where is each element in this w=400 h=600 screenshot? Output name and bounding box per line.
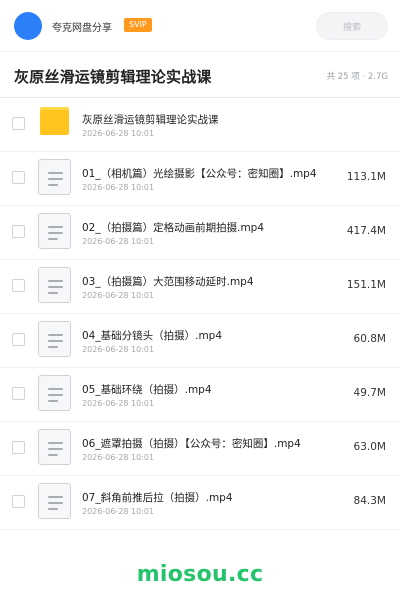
search-input[interactable]: 搜索 bbox=[316, 12, 388, 40]
select-checkbox[interactable] bbox=[12, 225, 25, 238]
list-item[interactable]: 06_遮罩拍摄（拍摄）【公众号：密知圈】.mp4 2026-06-28 10:0… bbox=[0, 422, 400, 476]
document-icon bbox=[38, 213, 71, 249]
file-date: 2026-06-28 10:01 bbox=[82, 399, 155, 408]
list-item[interactable]: 灰原丝滑运镜剪辑理论实战课 2026-06-28 10:01 bbox=[0, 98, 400, 152]
select-checkbox[interactable] bbox=[12, 117, 25, 130]
file-date: 2026-06-28 10:01 bbox=[82, 129, 155, 138]
file-name[interactable]: 07_斜角前推后拉（拍摄）.mp4 bbox=[82, 490, 342, 505]
file-name[interactable]: 06_遮罩拍摄（拍摄）【公众号：密知圈】.mp4 bbox=[82, 436, 342, 451]
folder-icon bbox=[38, 105, 71, 141]
app-name: 夸克网盘分享 bbox=[52, 23, 112, 34]
document-icon bbox=[38, 267, 71, 303]
file-list: 灰原丝滑运镜剪辑理论实战课 2026-06-28 10:01 01_（相机篇）光… bbox=[0, 98, 400, 530]
file-name[interactable]: 05_基础环绕（拍摄）.mp4 bbox=[82, 382, 342, 397]
file-name[interactable]: 灰原丝滑运镜剪辑理论实战课 bbox=[82, 112, 342, 127]
file-name[interactable]: 02_（拍摄篇）定格动画前期拍摄.mp4 bbox=[82, 220, 342, 235]
file-date: 2026-06-28 10:01 bbox=[82, 183, 155, 192]
file-name[interactable]: 01_（相机篇）光绘摄影【公众号：密知圈】.mp4 bbox=[82, 166, 342, 181]
page-title: 灰原丝滑运镜剪辑理论实战课 bbox=[14, 68, 212, 86]
document-icon bbox=[38, 429, 71, 465]
document-icon bbox=[38, 159, 71, 195]
file-date: 2026-06-28 10:01 bbox=[82, 453, 155, 462]
list-item[interactable]: 01_（相机篇）光绘摄影【公众号：密知圈】.mp4 2026-06-28 10:… bbox=[0, 152, 400, 206]
select-checkbox[interactable] bbox=[12, 171, 25, 184]
file-size: 84.3M bbox=[353, 495, 386, 507]
file-date: 2026-06-28 10:01 bbox=[82, 237, 155, 246]
list-item[interactable]: 03_（拍摄篇）大范围移动延时.mp4 2026-06-28 10:01 151… bbox=[0, 260, 400, 314]
watermark: miosou.cc bbox=[136, 562, 264, 587]
list-item[interactable]: 05_基础环绕（拍摄）.mp4 2026-06-28 10:01 49.7M bbox=[0, 368, 400, 422]
document-icon bbox=[38, 321, 71, 357]
file-size: 151.1M bbox=[346, 279, 386, 291]
file-size: 417.4M bbox=[346, 225, 386, 237]
document-icon bbox=[38, 483, 71, 519]
file-date: 2026-06-28 10:01 bbox=[82, 507, 155, 516]
file-size: 63.0M bbox=[353, 441, 386, 453]
select-checkbox[interactable] bbox=[12, 279, 25, 292]
file-date: 2026-06-28 10:01 bbox=[82, 291, 155, 300]
list-item[interactable]: 04_基础分镜头（拍摄）.mp4 2026-06-28 10:01 60.8M bbox=[0, 314, 400, 368]
select-checkbox[interactable] bbox=[12, 495, 25, 508]
vip-badge: SVIP bbox=[124, 18, 152, 32]
file-name[interactable]: 04_基础分镜头（拍摄）.mp4 bbox=[82, 328, 342, 343]
select-checkbox[interactable] bbox=[12, 441, 25, 454]
search-placeholder: 搜索 bbox=[342, 23, 361, 33]
folder-header: 灰原丝滑运镜剪辑理论实战课 共 25 项 · 2.7G bbox=[0, 52, 400, 98]
list-item[interactable]: 07_斜角前推后拉（拍摄）.mp4 2026-06-28 10:01 84.3M bbox=[0, 476, 400, 530]
document-icon bbox=[38, 375, 71, 411]
file-size: 60.8M bbox=[353, 333, 386, 345]
file-size: 49.7M bbox=[353, 387, 386, 399]
list-item[interactable]: 02_（拍摄篇）定格动画前期拍摄.mp4 2026-06-28 10:01 41… bbox=[0, 206, 400, 260]
select-checkbox[interactable] bbox=[12, 387, 25, 400]
file-date: 2026-06-28 10:01 bbox=[82, 345, 155, 354]
file-size: 113.1M bbox=[346, 171, 386, 183]
select-checkbox[interactable] bbox=[12, 333, 25, 346]
avatar[interactable] bbox=[14, 12, 42, 40]
top-bar: 夸克网盘分享 SVIP 搜索 bbox=[0, 0, 400, 52]
item-count: 共 25 项 · 2.7G bbox=[326, 72, 388, 82]
file-name[interactable]: 03_（拍摄篇）大范围移动延时.mp4 bbox=[82, 274, 342, 289]
